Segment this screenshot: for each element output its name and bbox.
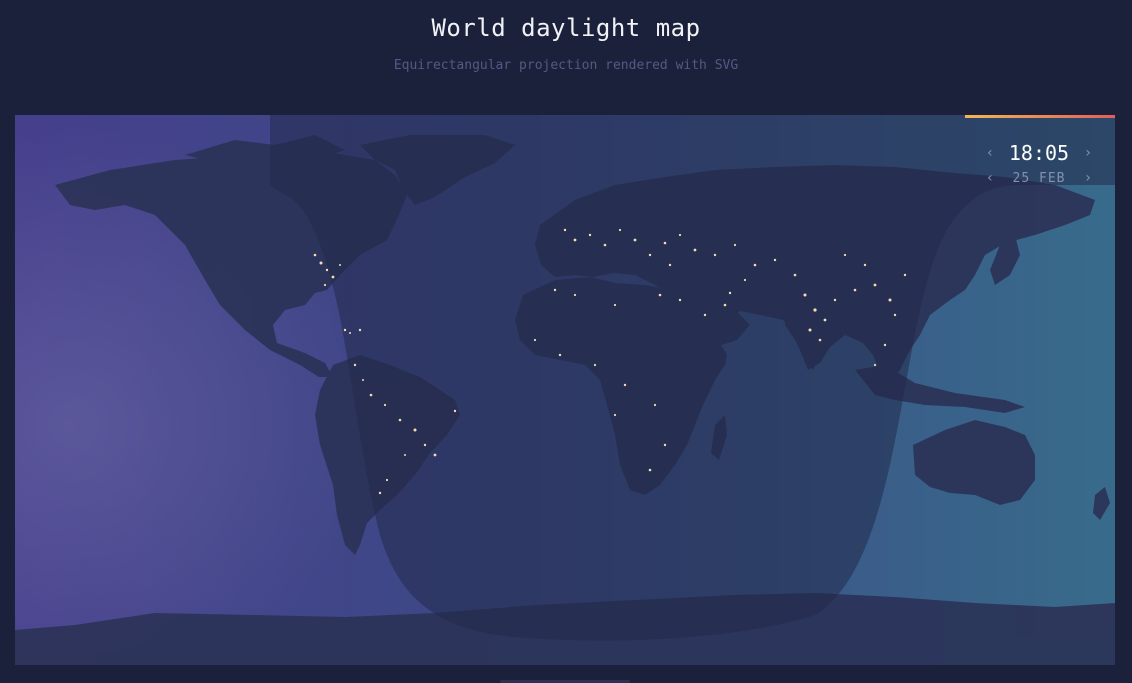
world-map[interactable]: ‹ 18:05 › ‹ 25 FEB ›	[15, 115, 1115, 665]
chevron-right-icon[interactable]: ›	[1081, 170, 1095, 186]
time-progress-bar	[965, 115, 1115, 118]
map-canvas	[15, 115, 1115, 665]
date-display: 25 FEB	[1012, 171, 1066, 186]
chevron-left-icon[interactable]: ‹	[983, 170, 997, 186]
chevron-left-icon[interactable]: ‹	[983, 145, 997, 161]
time-control: ‹ 18:05 › ‹ 25 FEB ›	[983, 139, 1095, 189]
time-display: 18:05	[1008, 141, 1070, 165]
page-title: World daylight map	[431, 14, 701, 42]
page-subtitle: Equirectangular projection rendered with…	[393, 58, 739, 73]
chevron-right-icon[interactable]: ›	[1081, 145, 1095, 161]
